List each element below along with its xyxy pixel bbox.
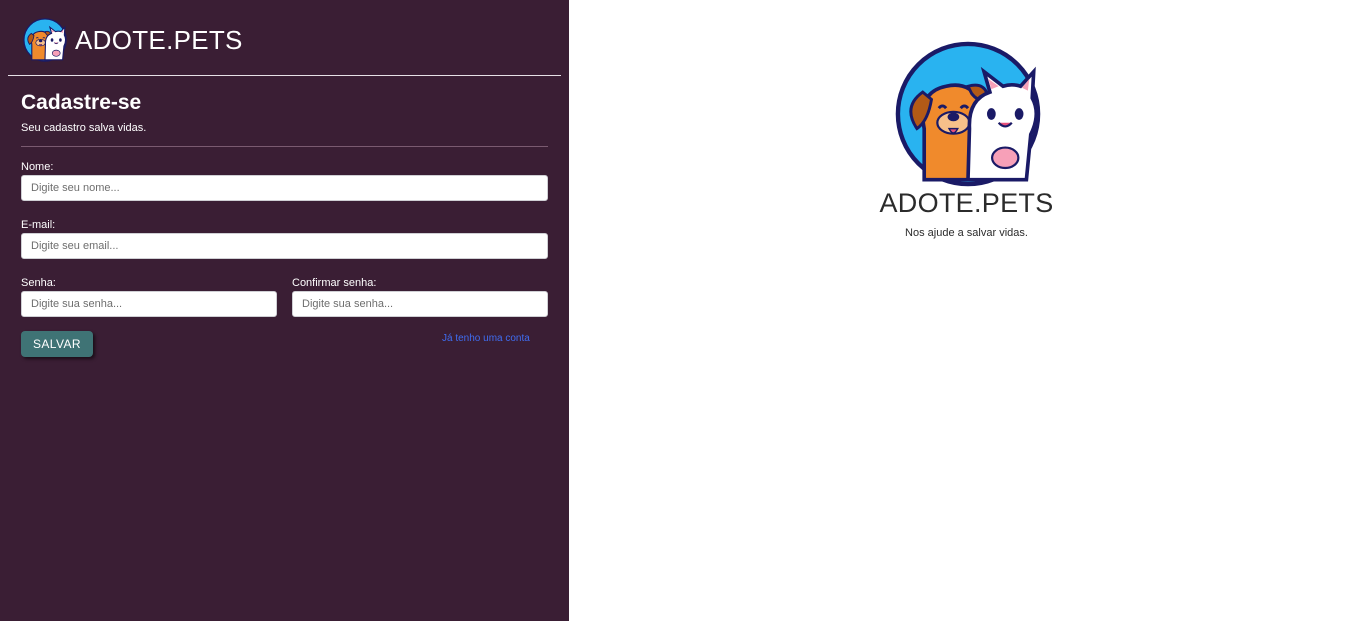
hero-subtitle: Nos ajude a salvar vidas. <box>905 227 1028 239</box>
dog-and-cat-logo-icon <box>892 41 1044 187</box>
password-field-group: Senha: <box>21 277 277 317</box>
signup-panel: ADOTE.PETS Cadastre-se Seu cadastro salv… <box>0 0 569 621</box>
name-field-group: Nome: <box>21 161 548 201</box>
confirm-password-input[interactable] <box>292 291 548 317</box>
login-link[interactable]: Já tenho uma conta <box>442 333 530 344</box>
form-subtitle: Seu cadastro salva vidas. <box>21 122 147 134</box>
brand-name: ADOTE.PETS <box>75 24 243 55</box>
password-label: Senha: <box>21 277 56 289</box>
name-label: Nome: <box>21 161 54 173</box>
dog-and-cat-logo-icon <box>23 18 67 62</box>
header-divider <box>8 75 561 76</box>
hero-panel: ADOTE.PETS Nos ajude a salvar vidas. <box>569 0 1364 621</box>
brand[interactable]: ADOTE.PETS <box>23 18 243 62</box>
form-divider <box>21 146 548 147</box>
password-input[interactable] <box>21 291 277 317</box>
email-label: E-mail: <box>21 219 56 231</box>
email-input[interactable] <box>21 233 548 259</box>
name-input[interactable] <box>21 175 548 201</box>
signup-form: Cadastre-se Seu cadastro salva vidas. <box>21 91 548 147</box>
hero-title: ADOTE.PETS <box>879 188 1054 218</box>
confirm-password-field-group: Confirmar senha: <box>292 277 548 317</box>
save-button[interactable]: SALVAR <box>21 331 93 357</box>
email-field-group: E-mail: <box>21 219 548 259</box>
confirm-password-label: Confirmar senha: <box>292 277 377 289</box>
form-title: Cadastre-se <box>21 91 142 114</box>
